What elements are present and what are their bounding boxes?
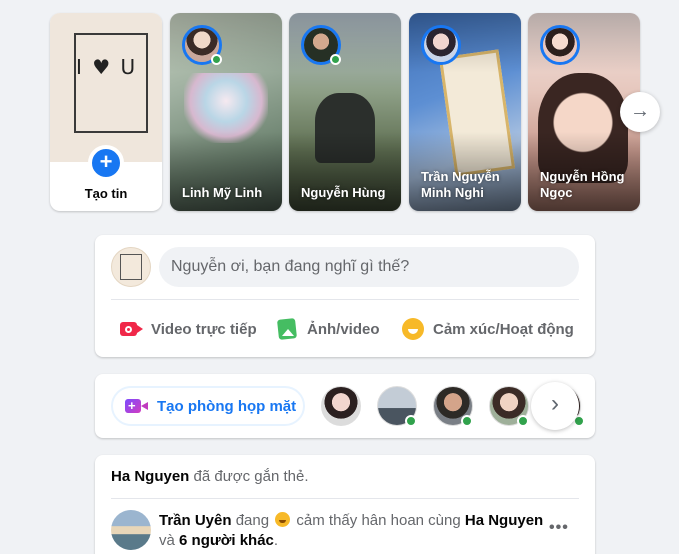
create-room-label: Tạo phòng họp mặt	[157, 397, 297, 415]
others-link[interactable]: 6 người khác	[179, 532, 274, 549]
rooms-bar: + Tạo phòng họp mặt ›	[95, 374, 595, 438]
online-indicator	[517, 415, 529, 427]
smiley-icon	[401, 317, 425, 341]
story-name: Trần Nguyễn Minh Nghi	[421, 169, 500, 200]
divider	[111, 498, 579, 499]
photo-video-button[interactable]: Ảnh/video	[275, 315, 380, 343]
period-text: .	[273, 532, 279, 549]
stories-next-button[interactable]: →	[620, 92, 660, 132]
tag-notice: Ha Nguyen đã được gắn thẻ.	[111, 468, 308, 485]
story-name: Linh Mỹ Linh	[182, 185, 263, 200]
status-input[interactable]: Nguyễn ơi, bạn đang nghĩ gì thế?	[159, 247, 579, 287]
post-author[interactable]: Trần Uyên	[159, 512, 232, 529]
friend-avatar[interactable]	[321, 386, 361, 426]
story-avatar	[421, 25, 461, 65]
online-indicator	[330, 54, 341, 65]
more-options-icon[interactable]: •••	[549, 519, 569, 537]
create-room-button[interactable]: + Tạo phòng họp mặt	[111, 386, 305, 426]
story-card[interactable]: Linh Mỹ Linh	[170, 13, 282, 211]
happy-emoji-icon	[275, 512, 291, 527]
feeling-activity-button[interactable]: Cảm xúc/Hoạt động	[401, 315, 574, 343]
user-avatar[interactable]	[111, 247, 151, 287]
create-story-card[interactable]: I ♥ U + Tạo tin	[50, 13, 162, 211]
stories-tray: I ♥ U + Tạo tin Linh Mỹ Linh Nguyễn Hùng…	[50, 13, 640, 211]
tag-text: đã được gắn thẻ.	[189, 468, 309, 485]
feeling-text: cảm thấy hân hoan cùng	[292, 512, 465, 529]
story-card[interactable]: Trần Nguyễn Minh Nghi	[409, 13, 521, 211]
feed-post: Ha Nguyen đã được gắn thẻ. Trần Uyên đan…	[95, 455, 595, 554]
post-composer: Nguyễn ơi, bạn đang nghĩ gì thế? Video t…	[95, 235, 595, 357]
story-name: Nguyễn Hồng Ngọc	[540, 169, 625, 200]
post-author-avatar[interactable]	[111, 510, 151, 550]
story-avatar	[540, 25, 580, 65]
live-video-button[interactable]: Video trực tiếp	[119, 315, 257, 343]
video-plus-icon: +	[125, 397, 149, 415]
profile-photo: I ♥ U	[50, 13, 162, 162]
live-video-label: Video trực tiếp	[151, 320, 257, 338]
online-indicator	[211, 54, 222, 65]
with-user[interactable]: Ha Nguyen	[465, 512, 543, 529]
doing-text: đang	[231, 512, 274, 529]
photo-video-label: Ảnh/video	[307, 320, 380, 338]
photo-icon	[275, 317, 299, 341]
post-header-line-2: và 6 người khác.	[159, 532, 278, 549]
photo-text: I ♥ U	[76, 55, 138, 79]
online-indicator	[461, 415, 473, 427]
create-story-label: Tạo tin	[84, 186, 128, 201]
rooms-next-button[interactable]: ›	[531, 382, 579, 430]
and-text: và	[159, 532, 180, 549]
divider	[111, 299, 579, 300]
online-indicator	[405, 415, 417, 427]
tagged-user[interactable]: Ha Nguyen	[111, 468, 189, 485]
feeling-activity-label: Cảm xúc/Hoạt động	[433, 320, 574, 338]
post-header-line: Trần Uyên đang cảm thấy hân hoan cùng Ha…	[159, 512, 543, 529]
live-video-icon	[119, 317, 143, 341]
story-name: Nguyễn Hùng	[301, 185, 386, 200]
story-card[interactable]: Nguyễn Hùng	[289, 13, 401, 211]
plus-icon[interactable]: +	[88, 145, 124, 181]
